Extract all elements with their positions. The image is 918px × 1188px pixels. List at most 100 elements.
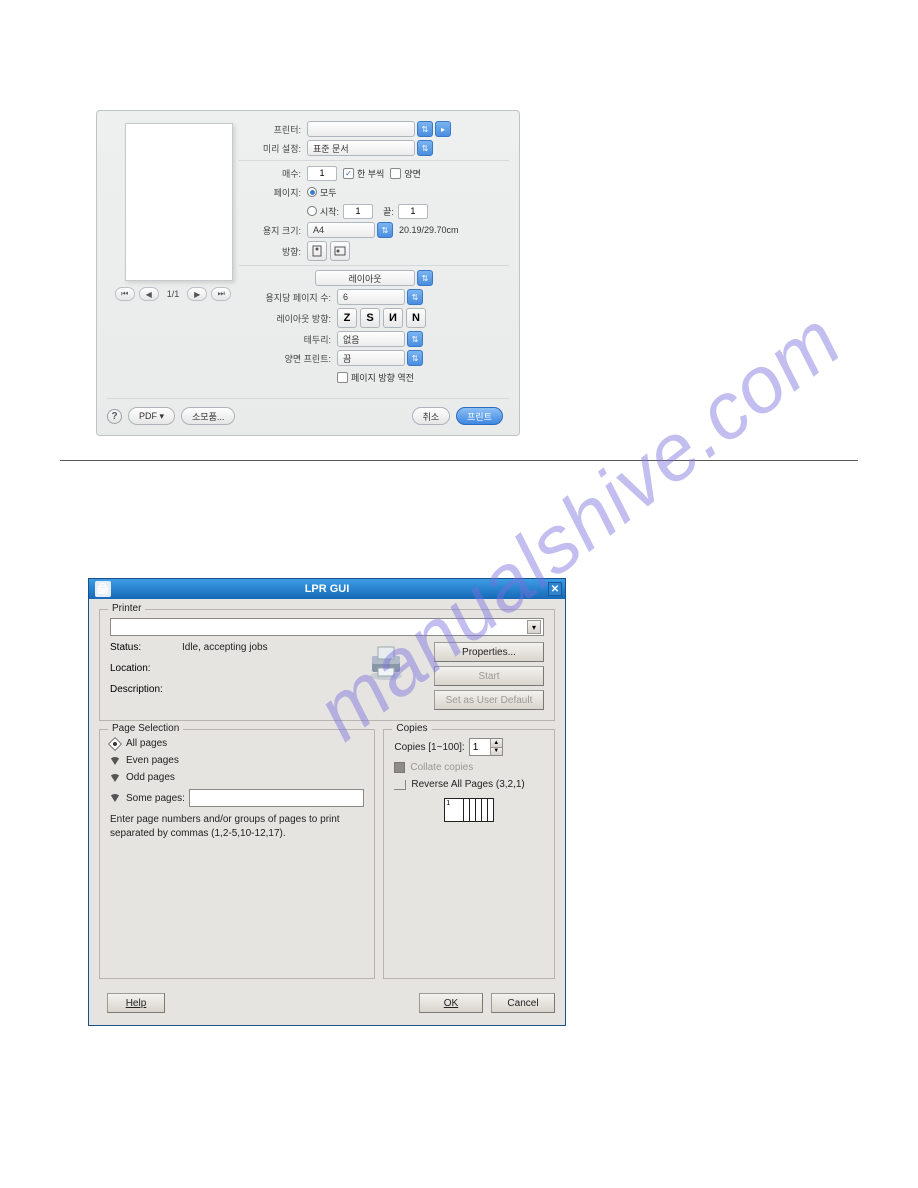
- pager-position: 1/1: [167, 289, 180, 299]
- paper-label: 용지 크기:: [239, 224, 301, 237]
- start-button[interactable]: Start: [434, 666, 544, 686]
- divider: [60, 460, 858, 461]
- preset-label: 미리 설정:: [239, 142, 301, 155]
- spin-up-icon[interactable]: ▲: [490, 739, 502, 748]
- help-icon[interactable]: ?: [107, 409, 122, 424]
- updown-icon[interactable]: ⇅: [407, 350, 423, 366]
- even-pages-label: Even pages: [126, 755, 179, 766]
- layout-dir-3-button[interactable]: И: [383, 308, 403, 328]
- copies-legend: Copies: [392, 723, 431, 734]
- status-value: Idle, accepting jobs: [182, 642, 268, 653]
- pdf-button[interactable]: PDF ▾: [128, 407, 175, 425]
- some-pages-hint: Enter page numbers and/or groups of page…: [110, 813, 364, 840]
- border-select[interactable]: 없음: [337, 331, 405, 347]
- copies-count-label: Copies [1~100]:: [394, 742, 464, 753]
- page-selection-fieldset: Page Selection All pages Even pages Odd …: [99, 729, 375, 979]
- pages-range-radio[interactable]: [307, 206, 317, 216]
- reverse-checkbox[interactable]: [394, 780, 406, 790]
- section-select[interactable]: 레이아웃: [315, 270, 415, 286]
- updown-icon[interactable]: ⇅: [407, 289, 423, 305]
- layout-dir-2-button[interactable]: S: [360, 308, 380, 328]
- titlebar: 🖨 LPR GUI ✕: [89, 579, 565, 599]
- ok-button[interactable]: OK: [419, 993, 483, 1013]
- layout-dir-1-button[interactable]: Z: [337, 308, 357, 328]
- cancel-button[interactable]: 취소: [412, 407, 451, 425]
- flip-checkbox[interactable]: [337, 372, 348, 383]
- layout-dir-4-button[interactable]: N: [406, 308, 426, 328]
- flip-label: 페이지 방향 역전: [351, 371, 414, 384]
- updown-icon[interactable]: ⇅: [417, 140, 433, 156]
- some-pages-input[interactable]: [189, 789, 364, 807]
- reverse-label: Reverse All Pages (3,2,1): [411, 779, 524, 790]
- updown-icon[interactable]: ⇅: [377, 222, 393, 238]
- printer-dropdown[interactable]: ▾: [110, 618, 544, 636]
- per-sheet-select[interactable]: 6: [337, 289, 405, 305]
- odd-pages-radio[interactable]: [110, 774, 120, 782]
- printer-icon: [364, 642, 408, 682]
- printer-select[interactable]: [307, 121, 415, 137]
- print-preview-thumbnail: [125, 123, 233, 281]
- orient-landscape-button[interactable]: [330, 241, 350, 261]
- duplex-cb-label: 양면: [404, 167, 421, 180]
- location-label: Location:: [110, 663, 182, 674]
- duplex-select[interactable]: 끔: [337, 350, 405, 366]
- description-label: Description:: [110, 684, 182, 695]
- copies-label: 매수:: [239, 167, 301, 180]
- properties-button[interactable]: Properties...: [434, 642, 544, 662]
- orient-portrait-button[interactable]: [307, 241, 327, 261]
- pages-all-radio[interactable]: [307, 187, 317, 197]
- app-icon: 🖨: [95, 581, 111, 597]
- collate-label: Collate copies: [410, 762, 473, 773]
- print-button[interactable]: 프린트: [456, 407, 503, 425]
- printer-fieldset: Printer ▾ Status: Idle, accepting jobs L…: [99, 609, 555, 721]
- even-pages-radio[interactable]: [110, 757, 120, 765]
- pager-prev-button[interactable]: ◀: [139, 287, 159, 301]
- collate-label: 한 부씩: [357, 167, 384, 180]
- pages-to-label: 끝:: [383, 205, 394, 218]
- all-pages-radio[interactable]: [108, 736, 122, 750]
- orient-label: 방향:: [239, 245, 301, 258]
- pager-next-button[interactable]: ▶: [187, 287, 207, 301]
- pager-last-button[interactable]: ⏭: [211, 287, 231, 301]
- odd-pages-label: Odd pages: [126, 772, 175, 783]
- collate-checkbox[interactable]: [394, 762, 405, 773]
- pages-all-label: 모두: [320, 186, 337, 199]
- copies-spinner[interactable]: 1 ▲▼: [469, 738, 503, 756]
- duplex-label: 양면 프린트:: [239, 352, 331, 365]
- status-label: Status:: [110, 642, 182, 653]
- pagesel-legend: Page Selection: [108, 723, 183, 734]
- paper-dim: 20.19/29.70cm: [399, 225, 459, 235]
- pages-label: 페이지:: [239, 186, 301, 199]
- preview-pager: ⏮ ◀ 1/1 ▶ ⏭: [107, 287, 239, 301]
- mac-print-dialog: ⏮ ◀ 1/1 ▶ ⏭ 프린터: ⇅ ▸ 미리 설정: 표준 문서 ⇅ 매수:: [96, 110, 520, 436]
- collate-checkbox[interactable]: ✓: [343, 168, 354, 179]
- set-default-button[interactable]: Set as User Default: [434, 690, 544, 710]
- help-button[interactable]: Help: [107, 993, 165, 1013]
- cancel-button[interactable]: Cancel: [491, 993, 555, 1013]
- printer-label: 프린터:: [239, 123, 301, 136]
- copies-illustration: 3 2 1 3 2 1: [438, 798, 500, 842]
- paper-size-select[interactable]: A4: [307, 222, 375, 238]
- some-pages-label: Some pages:: [126, 793, 185, 804]
- copies-input[interactable]: 1: [307, 166, 337, 181]
- updown-icon[interactable]: ⇅: [417, 270, 433, 286]
- pages-from-label: 시작:: [320, 205, 339, 218]
- layout-dir-label: 레이아웃 방향:: [239, 312, 331, 325]
- close-button[interactable]: ✕: [548, 582, 562, 596]
- spin-down-icon[interactable]: ▼: [490, 748, 502, 756]
- arrow-right-icon[interactable]: ▸: [435, 121, 451, 137]
- dropdown-icon: ▾: [527, 620, 541, 634]
- pages-from-input[interactable]: 1: [343, 204, 373, 219]
- updown-icon[interactable]: ⇅: [417, 121, 433, 137]
- some-pages-radio[interactable]: [110, 794, 120, 802]
- pages-to-input[interactable]: 1: [398, 204, 428, 219]
- supplies-button[interactable]: 소모품...: [181, 407, 235, 425]
- pager-first-button[interactable]: ⏮: [115, 287, 135, 301]
- duplex-checkbox[interactable]: [390, 168, 401, 179]
- preset-select[interactable]: 표준 문서: [307, 140, 415, 156]
- all-pages-label: All pages: [126, 738, 167, 749]
- updown-icon[interactable]: ⇅: [407, 331, 423, 347]
- window-title: LPR GUI: [305, 583, 350, 595]
- lpr-gui-window: 🖨 LPR GUI ✕ Printer ▾ Status: Idle, acce…: [88, 578, 566, 1026]
- border-label: 테두리:: [239, 333, 331, 346]
